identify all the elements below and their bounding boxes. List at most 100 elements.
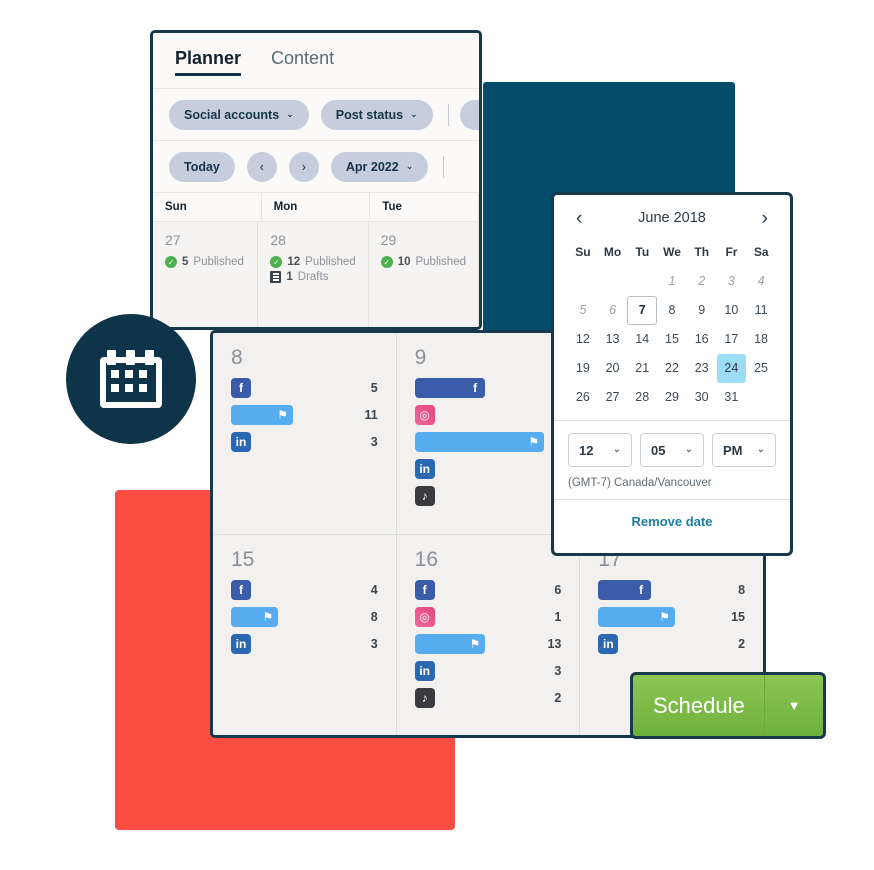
calendar-grid-cell[interactable]: 8f5⚑11in3	[213, 333, 397, 534]
facebook-icon: f	[465, 378, 485, 398]
date-picker-day[interactable]: 15	[657, 325, 687, 354]
month-selector[interactable]: Apr 2022 ⌄	[331, 152, 428, 182]
date-picker-day[interactable]: 13	[598, 325, 628, 354]
linkedin-icon: in	[415, 661, 435, 681]
date-picker-day[interactable]: 24	[717, 354, 747, 383]
date-picker-day-blank	[568, 267, 598, 296]
chevron-down-icon: ⌄	[613, 445, 621, 455]
tab-planner[interactable]: Planner	[175, 48, 241, 73]
date-picker-day[interactable]: 17	[717, 325, 747, 354]
filter-post-status[interactable]: Post status ⌄	[321, 100, 433, 130]
date-picker-day[interactable]: 11	[746, 296, 776, 325]
date-picker-day[interactable]: 25	[746, 354, 776, 383]
nav-divider	[443, 156, 444, 178]
filter-social-accounts-label: Social accounts	[184, 108, 279, 122]
date-picker-day[interactable]: 10	[717, 296, 747, 325]
stat-label: Published	[193, 256, 244, 268]
facebook-icon: f	[415, 580, 435, 600]
planner-tabs: Planner Content	[153, 33, 479, 89]
caret-down-icon: ▼	[788, 698, 801, 713]
date-picker-day-blank	[746, 383, 776, 412]
social-count-row: in3	[231, 432, 378, 452]
minute-select[interactable]: 05 ⌄	[640, 433, 704, 467]
hour-select[interactable]: 12 ⌄	[568, 433, 632, 467]
tiktok-icon: ♪	[415, 486, 435, 506]
linkedin-icon: in	[415, 459, 435, 479]
date-picker-day[interactable]: 26	[568, 383, 598, 412]
social-count-value: 5	[371, 378, 378, 398]
grid-cell-day-number: 9	[415, 347, 562, 368]
meridiem-value: PM	[723, 443, 743, 458]
filter-social-accounts[interactable]: Social accounts ⌄	[169, 100, 309, 130]
date-picker-day[interactable]: 20	[598, 354, 628, 383]
date-picker-day[interactable]: 28	[627, 383, 657, 412]
social-count-row: f4	[231, 580, 378, 600]
date-picker-day[interactable]: 23	[687, 354, 717, 383]
date-picker-day[interactable]: 9	[687, 296, 717, 325]
today-button[interactable]: Today	[169, 152, 235, 182]
date-picker-day[interactable]: 16	[687, 325, 717, 354]
remove-date-button[interactable]: Remove date	[554, 499, 790, 542]
filter-divider	[448, 104, 449, 126]
planner-day-stat: ✓ 12 Published	[270, 256, 355, 268]
date-picker-day[interactable]: 21	[627, 354, 657, 383]
date-picker-day[interactable]: 22	[657, 354, 687, 383]
planner-day-number: 27	[165, 232, 245, 248]
date-picker-day[interactable]: 2	[687, 267, 717, 296]
date-picker-day[interactable]: 14	[627, 325, 657, 354]
planner-day-number: 28	[270, 232, 355, 248]
social-count-row: f5	[231, 378, 378, 398]
calendar-grid-cell[interactable]: 15f4⚑8in3	[213, 535, 397, 736]
chevron-left-icon: ‹	[260, 160, 264, 174]
social-count-value: 2	[738, 634, 745, 654]
chevron-right-icon: ›	[302, 160, 306, 174]
date-picker-day[interactable]: 7	[627, 296, 657, 325]
planner-day-stat: 1 Drafts	[270, 271, 355, 283]
prev-period-button[interactable]: ‹	[247, 152, 277, 182]
date-picker-grid: SuMoTuWeThFrSa 1234567891011121314151617…	[554, 241, 790, 412]
planner-day-cell[interactable]: 28 ✓ 12 Published 1 Drafts	[258, 222, 368, 328]
schedule-button[interactable]: Schedule	[633, 675, 764, 736]
planner-day-cell[interactable]: 27 ✓ 5 Published	[153, 222, 258, 328]
next-month-button[interactable]: ›	[762, 209, 768, 228]
date-picker-day-blank	[627, 267, 657, 296]
social-count-value: 1	[554, 607, 561, 627]
schedule-dropdown-button[interactable]: ▼	[764, 675, 823, 736]
date-picker-day[interactable]: 3	[717, 267, 747, 296]
date-picker-day[interactable]: 8	[657, 296, 687, 325]
date-picker-day[interactable]: 31	[717, 383, 747, 412]
social-count-value: 15	[731, 607, 745, 627]
calendar-grid-cell[interactable]: 16f6◎1⚑13in3♪2	[397, 535, 581, 736]
date-picker-day[interactable]: 4	[746, 267, 776, 296]
date-picker-day[interactable]: 18	[746, 325, 776, 354]
weekday-header-sun: Sun	[153, 193, 262, 221]
twitter-icon: ⚑	[273, 405, 293, 425]
date-picker-weekday: Mo	[598, 241, 628, 267]
grid-cell-day-number: 8	[231, 347, 378, 368]
next-period-button[interactable]: ›	[289, 152, 319, 182]
prev-month-button[interactable]: ‹	[576, 209, 582, 228]
date-picker-day[interactable]: 30	[687, 383, 717, 412]
meridiem-select[interactable]: PM ⌄	[712, 433, 776, 467]
filter-overflow-pill[interactable]	[460, 100, 479, 130]
facebook-icon: f	[231, 580, 251, 600]
remove-date-label: Remove date	[632, 514, 713, 529]
social-count-row: ⚑13	[415, 634, 562, 654]
planner-day-row: 27 ✓ 5 Published 28 ✓ 12 Published	[153, 222, 479, 328]
stat-label: Published	[415, 256, 466, 268]
date-picker-day[interactable]: 29	[657, 383, 687, 412]
planner-day-cell[interactable]: 29 ✓ 10 Published	[369, 222, 479, 328]
date-picker-day[interactable]: 19	[568, 354, 598, 383]
date-picker-day[interactable]: 5	[568, 296, 598, 325]
social-count-value: 3	[371, 634, 378, 654]
tab-content[interactable]: Content	[271, 48, 334, 73]
date-picker-day[interactable]: 6	[598, 296, 628, 325]
date-picker-day[interactable]: 12	[568, 325, 598, 354]
social-count-value: 3	[371, 432, 378, 452]
date-picker-weekday: We	[657, 241, 687, 267]
planner-day-stat: ✓ 10 Published	[381, 256, 466, 268]
social-count-row: in3	[231, 634, 378, 654]
date-picker-day[interactable]: 1	[657, 267, 687, 296]
twitter-icon: ⚑	[524, 432, 544, 452]
date-picker-day[interactable]: 27	[598, 383, 628, 412]
